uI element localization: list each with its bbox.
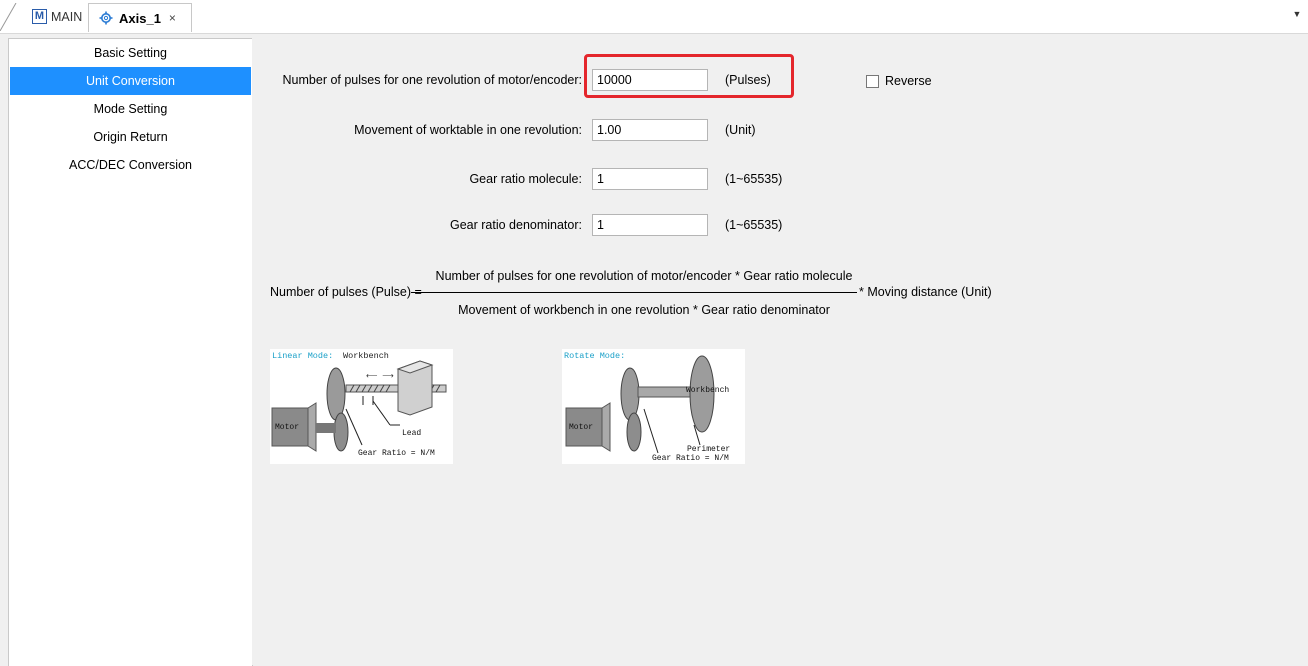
- nav-item-basic-setting[interactable]: Basic Setting: [9, 39, 252, 67]
- rotate-mode-diagram: Rotate Mode: Motor Workbench Perimeter G…: [562, 349, 745, 464]
- movement-unit: (Unit): [725, 123, 756, 137]
- movement-row: Movement of worktable in one revolution:…: [252, 118, 1308, 142]
- pulses-row: Number of pulses for one revolution of m…: [252, 68, 1308, 92]
- pulses-label: Number of pulses for one revolution of m…: [282, 73, 582, 87]
- tab-main[interactable]: M MAIN: [14, 3, 88, 30]
- gear-icon: [99, 11, 113, 25]
- tab-axis-1[interactable]: Axis_1 ×: [88, 3, 192, 32]
- gear-denominator-row: Gear ratio denominator: (1~65535): [252, 213, 1308, 237]
- formula-rhs: * Moving distance (Unit): [859, 285, 992, 299]
- movement-label: Movement of worktable in one revolution:: [354, 123, 582, 137]
- m-icon: M: [32, 9, 47, 24]
- nav-item-unit-conversion[interactable]: Unit Conversion: [10, 67, 251, 95]
- rotate-gear-ratio-label: Gear Ratio = N/M: [652, 454, 729, 463]
- perimeter-label: Perimeter: [687, 445, 730, 454]
- pulses-unit: (Pulses): [725, 73, 771, 87]
- gear-denominator-unit: (1~65535): [725, 218, 783, 232]
- formula-numerator: Number of pulses for one revolution of m…: [435, 269, 853, 283]
- linear-gear-ratio-label: Gear Ratio = N/M: [358, 449, 435, 458]
- linear-mode-diagram: Linear Mode: Workbench Motor ⟵ ⟶ Lead Ge…: [270, 349, 453, 464]
- gear-molecule-input[interactable]: [592, 168, 708, 190]
- close-icon[interactable]: ×: [169, 11, 176, 25]
- gear-molecule-row: Gear ratio molecule: (1~65535): [252, 167, 1308, 191]
- tab-axis-label: Axis_1: [119, 10, 161, 26]
- settings-nav: Basic Setting Unit Conversion Mode Setti…: [8, 38, 253, 666]
- tab-list-dropdown-icon[interactable]: ▼: [1292, 9, 1302, 21]
- gear-denominator-input[interactable]: [592, 214, 708, 236]
- gear-denominator-label: Gear ratio denominator:: [449, 218, 582, 232]
- formula-lhs: Number of pulses (Pulse) =: [270, 285, 422, 299]
- gear-molecule-unit: (1~65535): [725, 172, 783, 186]
- nav-item-mode-setting[interactable]: Mode Setting: [9, 95, 252, 123]
- fraction-bar: [411, 292, 857, 293]
- unit-conversion-panel: Number of pulses for one revolution of m…: [252, 38, 1308, 665]
- linear-workbench-label: Workbench: [343, 351, 389, 361]
- nav-item-origin-return[interactable]: Origin Return: [9, 123, 252, 151]
- rotate-motor-label: Motor: [569, 423, 593, 432]
- tab-main-label: MAIN: [51, 9, 83, 24]
- linear-motor-label: Motor: [275, 423, 299, 432]
- pulses-input[interactable]: [592, 69, 708, 91]
- rotate-workbench-label: Workbench: [686, 386, 729, 395]
- svg-text:⟵ ⟶: ⟵ ⟶: [366, 372, 394, 381]
- tab-strip: M MAIN Axis_1 × ▼: [0, 0, 1308, 34]
- linear-mode-title: Linear Mode:: [272, 351, 333, 361]
- reverse-label: Reverse: [885, 74, 932, 88]
- checkbox-icon[interactable]: [866, 74, 879, 88]
- movement-input[interactable]: [592, 119, 708, 141]
- nav-item-acc-dec-conversion[interactable]: ACC/DEC Conversion: [9, 151, 252, 179]
- formula-denominator: Movement of workbench in one revolution …: [458, 303, 830, 317]
- lead-label: Lead: [402, 429, 421, 438]
- rotate-mode-title: Rotate Mode:: [564, 351, 625, 361]
- gear-molecule-label: Gear ratio molecule:: [469, 172, 582, 186]
- reverse-checkbox[interactable]: Reverse: [866, 74, 932, 88]
